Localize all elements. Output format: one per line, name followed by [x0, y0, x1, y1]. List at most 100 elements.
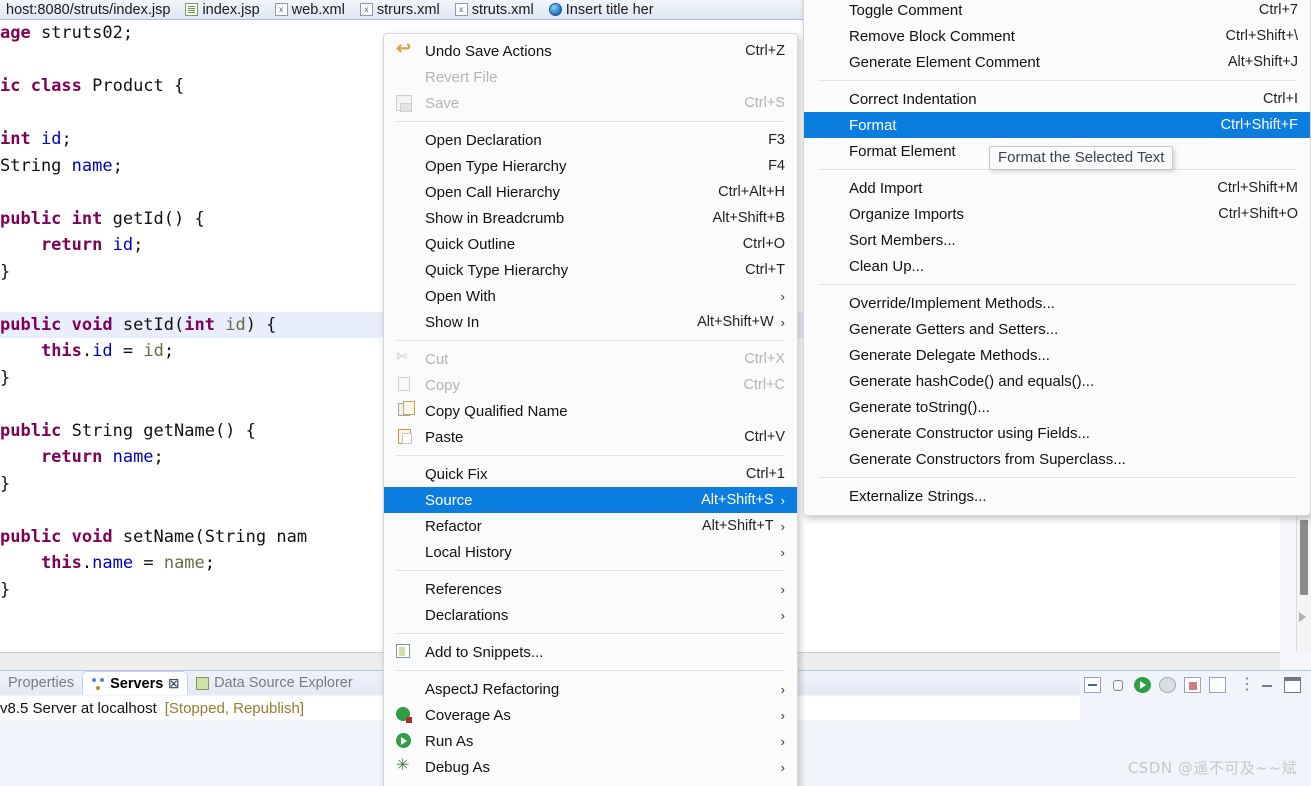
context-menu-item[interactable]: Declarations ›: [384, 602, 797, 628]
chevron-right-icon: ›: [780, 733, 785, 749]
editor-tab[interactable]: Insert title her: [543, 0, 663, 19]
context-menu-item[interactable]: AspectJ Refactoring ›: [384, 676, 797, 702]
submenu-item[interactable]: Add Import Ctrl+Shift+M: [804, 175, 1310, 201]
eclipse-ide-window: host:8080/struts/index.jsp index.jsp x web.…: [0, 0, 1311, 786]
submenu-item[interactable]: Externalize Strings...: [804, 483, 1310, 509]
submenu-item[interactable]: Generate Delegate Methods...: [804, 342, 1310, 368]
context-menu-item[interactable]: Show In Alt+Shift+W ›: [384, 309, 797, 335]
submenu-item-shortcut: Ctrl+Shift+F: [1220, 117, 1298, 133]
code-token: id: [40, 129, 62, 149]
submenu-item-shortcut: Alt+Shift+J: [1227, 54, 1298, 70]
dse-icon: [196, 676, 210, 690]
context-menu-item[interactable]: Open Call Hierarchy Ctrl+Alt+H: [384, 179, 797, 205]
context-menu-item[interactable]: Show in Breadcrumb Alt+Shift+B: [384, 205, 797, 231]
context-menu-item-label: Refactor: [425, 517, 482, 535]
editor-tab[interactable]: host:8080/struts/index.jsp: [0, 0, 179, 19]
editor-tab[interactable]: x struts.xml: [449, 0, 543, 19]
submenu-item[interactable]: Generate toString()...: [804, 394, 1310, 420]
context-menu-item[interactable]: Open Type Hierarchy F4: [384, 153, 797, 179]
context-menu-item-shortcut: Ctrl+X: [744, 351, 785, 367]
context-menu-item-shortcut: Ctrl+Z: [745, 43, 785, 59]
code-token: =: [133, 553, 164, 573]
context-menu-item-shortcut: Alt+Shift+T: [701, 518, 774, 534]
submenu-item[interactable]: Generate Constructor using Fields...: [804, 420, 1310, 446]
submenu-item[interactable]: Sort Members...: [804, 227, 1310, 253]
maximize-icon[interactable]: [1284, 677, 1301, 693]
submenu-item[interactable]: Clean Up...: [804, 253, 1310, 279]
submenu-item-shortcut: Ctrl+7: [1258, 2, 1298, 18]
submenu-item[interactable]: Generate Element Comment Alt+Shift+J: [804, 49, 1310, 75]
context-menu-item[interactable]: Local History ›: [384, 539, 797, 565]
code-token: String: [0, 155, 72, 176]
context-menu-item[interactable]: Quick Fix Ctrl+1: [384, 461, 797, 487]
code-token: .: [81, 553, 93, 573]
context-menu-item-shortcut: Ctrl+O: [742, 236, 785, 252]
context-menu-item-label: Save: [425, 94, 460, 112]
bottom-panel-toolbar: [1084, 673, 1301, 697]
code-token: public void: [0, 526, 123, 547]
snippets-icon: [396, 644, 410, 658]
xml-icon: x: [454, 3, 468, 16]
chevron-right-icon: ›: [780, 288, 785, 304]
context-menu-item[interactable]: Open With ›: [384, 283, 797, 309]
bottom-panel-tab[interactable]: Servers ☒: [82, 671, 189, 695]
bottom-panel-tab[interactable]: Properties: [0, 671, 82, 695]
editor-tab[interactable]: index.jsp: [179, 0, 268, 19]
minimize-icon[interactable]: [1259, 677, 1276, 693]
submenu-item[interactable]: Remove Block Comment Ctrl+Shift+\: [804, 23, 1310, 49]
profile-icon[interactable]: [1159, 677, 1176, 693]
context-menu-item[interactable]: Undo Save Actions Ctrl+Z: [384, 38, 797, 64]
context-menu-item[interactable]: Quick Outline Ctrl+O: [384, 231, 797, 257]
context-menu-item-label: Source: [425, 491, 473, 509]
context-menu-item-shortcut: Ctrl+V: [744, 429, 785, 445]
menu-separator: [396, 633, 785, 634]
context-menu-item[interactable]: Copy Qualified Name: [384, 398, 797, 424]
editor-tab[interactable]: x web.xml: [269, 0, 354, 19]
restore-icon[interactable]: [1084, 677, 1101, 693]
submenu-item[interactable]: Generate Getters and Setters...: [804, 316, 1310, 342]
scrollbar-thumb[interactable]: [1300, 520, 1308, 595]
menu-icon[interactable]: [1234, 674, 1255, 694]
context-menu-item[interactable]: Refactor Alt+Shift+T ›: [384, 513, 797, 539]
context-menu-item[interactable]: Quick Type Hierarchy Ctrl+T: [384, 257, 797, 283]
submenu-item[interactable]: Correct Indentation Ctrl+I: [804, 86, 1310, 112]
submenu-item[interactable]: Generate Constructors from Superclass...: [804, 446, 1310, 472]
context-menu-item[interactable]: Source Alt+Shift+S ›: [384, 487, 797, 513]
source-submenu[interactable]: Toggle Comment Ctrl+7 Remove Block Comment…: [803, 0, 1311, 516]
context-menu-item[interactable]: Paste Ctrl+V: [384, 424, 797, 450]
chevron-right-icon: ›: [780, 314, 785, 330]
submenu-item[interactable]: Format Ctrl+Shift+F: [804, 112, 1310, 138]
context-menu-item[interactable]: Run As ›: [384, 728, 797, 754]
editor-tab[interactable]: x strurs.xml: [354, 0, 449, 19]
context-menu-item[interactable]: Debug As ›: [384, 754, 797, 780]
format-tooltip: Format the Selected Text: [989, 146, 1174, 170]
chevron-right-icon: ›: [780, 681, 785, 697]
stop-icon[interactable]: [1184, 677, 1201, 693]
code-token: int: [0, 129, 41, 149]
context-menu-item[interactable]: Add to Snippets...: [384, 639, 797, 665]
code-token: =: [112, 341, 144, 361]
editor-context-menu[interactable]: Undo Save Actions Ctrl+Z Revert File Save Ct…: [383, 33, 798, 786]
submenu-item[interactable]: Organize Imports Ctrl+Shift+O: [804, 201, 1310, 227]
context-menu-item[interactable]: Open Declaration F3: [384, 127, 797, 153]
context-menu-item-label: Local History: [425, 543, 512, 561]
context-menu-item-label: Paste: [425, 428, 464, 446]
context-menu-item-label: Quick Type Hierarchy: [425, 261, 569, 279]
debugas-icon: [396, 755, 412, 775]
context-menu-item[interactable]: References ›: [384, 576, 797, 602]
context-menu-item[interactable]: Coverage As ›: [384, 702, 797, 728]
code-token: ;: [133, 235, 144, 255]
submenu-item[interactable]: Override/Implement Methods...: [804, 290, 1310, 316]
submenu-item[interactable]: Generate hashCode() and equals()...: [804, 368, 1310, 394]
code-token: this: [40, 553, 82, 573]
run-icon[interactable]: [1134, 677, 1151, 693]
close-icon[interactable]: ☒: [168, 677, 179, 691]
bottom-panel-tab[interactable]: Data Source Explorer: [188, 671, 361, 695]
publish-icon[interactable]: [1209, 677, 1226, 693]
debug-icon[interactable]: [1109, 677, 1126, 693]
scroll-right-arrow-icon[interactable]: [1299, 612, 1306, 622]
menu-separator: [396, 570, 785, 571]
code-token: ;: [153, 447, 164, 467]
submenu-item[interactable]: Toggle Comment Ctrl+7: [804, 0, 1310, 23]
